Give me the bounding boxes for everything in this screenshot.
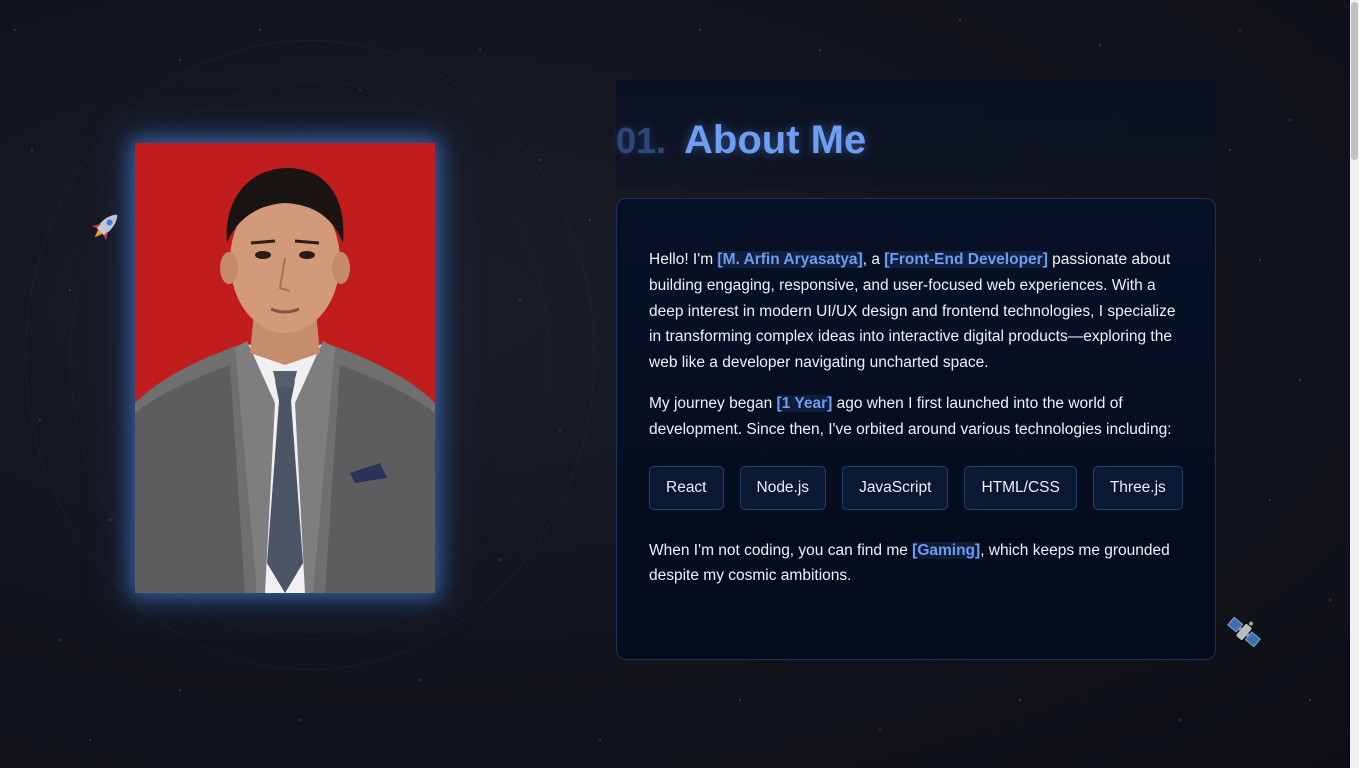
- skill-tag-html-css[interactable]: HTML/CSS: [964, 465, 1077, 510]
- satellite-icon: [1227, 616, 1261, 648]
- hobby-text-1: When I'm not coding, you can find me: [649, 541, 913, 559]
- hobby-highlight: [Gaming]: [912, 541, 981, 559]
- intro-text-3: passionate about building engaging, resp…: [649, 251, 1176, 372]
- role-highlight: [Front-End Developer]: [884, 251, 1048, 268]
- scrollbar-thumb[interactable]: [1351, 2, 1358, 160]
- intro-paragraph: Hello! I'm [M. Arfin Aryasatya], a [Fron…: [649, 247, 1183, 376]
- name-highlight: [M. Arfin Aryasatya]: [717, 251, 863, 268]
- skills-list: React Node.js JavaScript HTML/CSS Three.…: [649, 465, 1183, 510]
- skill-tag-react[interactable]: React: [649, 465, 724, 510]
- page-scrollbar[interactable]: [1350, 0, 1359, 768]
- section-heading: 01. About Me: [616, 118, 866, 168]
- rocket-icon: [91, 214, 118, 241]
- journey-text-1: My journey began: [649, 394, 777, 412]
- skill-tag-javascript[interactable]: JavaScript: [842, 465, 949, 510]
- hobby-paragraph: When I'm not coding, you can find me [Ga…: [649, 538, 1183, 590]
- journey-paragraph: My journey began [1 Year] ago when I fir…: [649, 391, 1183, 443]
- about-card: Hello! I'm [M. Arfin Aryasatya], a [Fron…: [616, 198, 1216, 660]
- section-number: 01.: [616, 120, 667, 161]
- skill-tag-nodejs[interactable]: Node.js: [739, 465, 827, 510]
- intro-text-1: Hello! I'm: [649, 251, 718, 268]
- duration-highlight: [1 Year]: [776, 394, 833, 412]
- skill-tag-threejs[interactable]: Three.js: [1092, 465, 1183, 510]
- profile-photo: [135, 143, 435, 593]
- intro-text-2: , a: [862, 251, 885, 268]
- section-title: About Me: [684, 118, 867, 162]
